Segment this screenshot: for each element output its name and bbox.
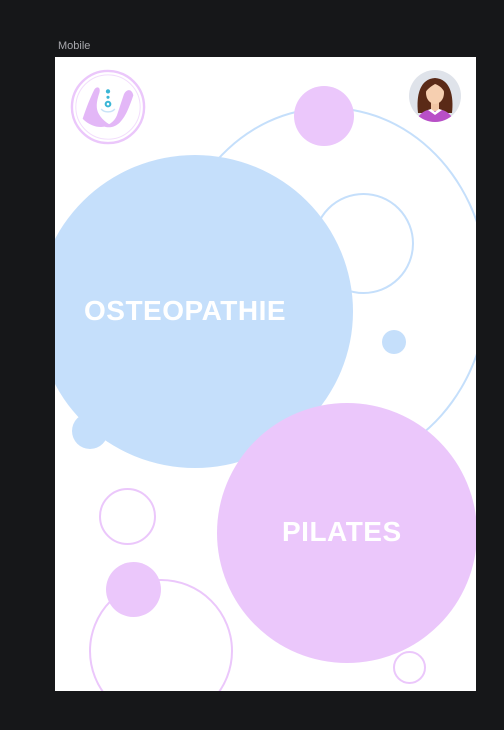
osteopathie-label: OSTEOPATHIE — [84, 295, 287, 326]
pilates-label: PILATES — [282, 516, 402, 547]
frame-label: Mobile — [58, 40, 91, 52]
decor-dot-pink-top — [294, 86, 354, 146]
mobile-frame: OSTEOPATHIE PILATES — [55, 57, 476, 691]
decor-dot-blue-small — [382, 330, 406, 354]
decor-dot-pink-bottom — [106, 562, 161, 617]
decor-ring-pink-tiny — [393, 651, 426, 684]
female-avatar-icon[interactable] — [408, 69, 462, 123]
hands-chakra-logo-icon[interactable] — [69, 68, 147, 146]
decor-ring-pink-small — [99, 488, 156, 545]
